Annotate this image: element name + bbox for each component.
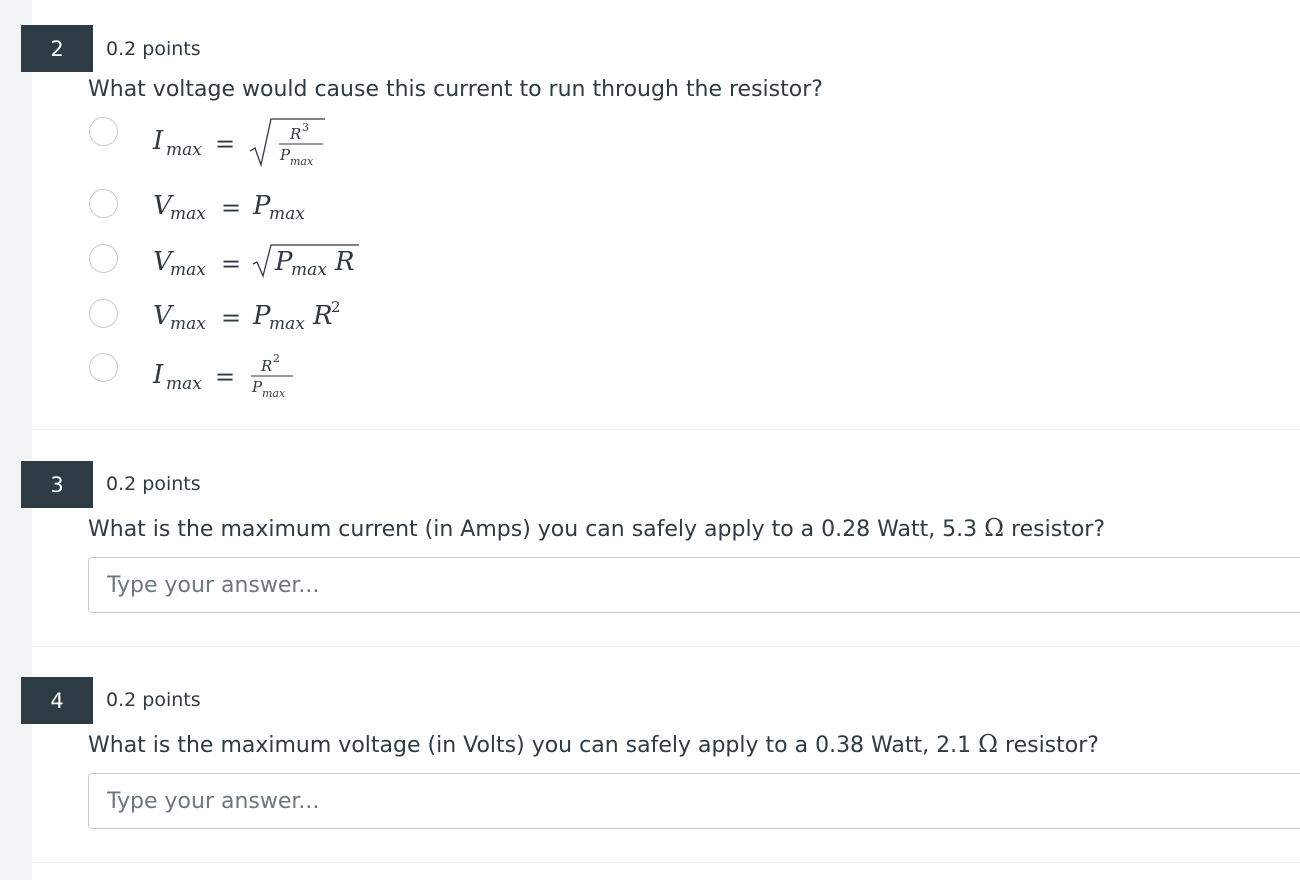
answer-option-equation-1: I max = R 3 P max	[152, 115, 353, 173]
question-prompt: What voltage would cause this current to…	[88, 77, 823, 102]
answer-option-radio-4[interactable]	[89, 299, 118, 328]
answer-option-radio-3[interactable]	[89, 244, 118, 273]
svg-text:max: max	[166, 374, 202, 394]
answer-input[interactable]	[88, 773, 1300, 829]
svg-text:I: I	[152, 126, 164, 156]
question-number-badge: 3	[21, 461, 93, 508]
answer-option-equation-2: V max = P max	[153, 186, 353, 226]
svg-text:R: R	[260, 357, 272, 375]
svg-text:max: max	[291, 260, 327, 280]
svg-text:R: R	[312, 301, 333, 331]
answer-option-equation-5: I max = R 2 P max	[152, 347, 353, 403]
ohm-symbol: Ω	[978, 730, 999, 758]
svg-text:max: max	[269, 314, 305, 334]
answer-option-radio-2[interactable]	[89, 189, 118, 218]
svg-text:max: max	[269, 204, 305, 224]
question-divider	[32, 429, 1300, 430]
question-prompt: What is the maximum voltage (in Volts) y…	[88, 730, 1099, 758]
svg-text:max: max	[290, 155, 314, 168]
answer-option-radio-1[interactable]	[89, 117, 118, 146]
svg-text:max: max	[262, 387, 286, 400]
svg-text:=: =	[215, 363, 235, 391]
svg-text:R: R	[289, 125, 301, 143]
left-gutter	[0, 0, 32, 880]
svg-text:=: =	[221, 194, 241, 222]
question-divider	[32, 862, 1300, 863]
ohm-symbol: Ω	[984, 514, 1005, 542]
svg-text:=: =	[221, 304, 241, 332]
svg-text:max: max	[166, 140, 202, 160]
svg-text:max: max	[170, 314, 206, 334]
answer-option-radio-5[interactable]	[89, 353, 118, 382]
svg-text:=: =	[221, 250, 241, 278]
question-divider	[32, 646, 1300, 647]
question-number-badge: 2	[21, 25, 93, 72]
question-points: 0.2 points	[106, 38, 201, 60]
svg-text:R: R	[334, 247, 355, 277]
answer-input[interactable]	[88, 557, 1300, 613]
question-prompt: What is the maximum current (in Amps) yo…	[88, 514, 1106, 542]
svg-text:=: =	[215, 130, 235, 158]
svg-text:2: 2	[273, 352, 280, 365]
svg-text:I: I	[152, 360, 164, 390]
answer-option-equation-4: V max = P max R 2	[153, 292, 373, 336]
question-points: 0.2 points	[106, 689, 201, 711]
question-points: 0.2 points	[106, 473, 201, 495]
svg-text:2: 2	[331, 298, 341, 316]
svg-text:3: 3	[302, 121, 309, 134]
svg-text:max: max	[170, 204, 206, 224]
question-number-badge: 4	[21, 677, 93, 724]
svg-text:max: max	[170, 260, 206, 280]
answer-option-equation-3: V max = P max R	[153, 238, 373, 282]
